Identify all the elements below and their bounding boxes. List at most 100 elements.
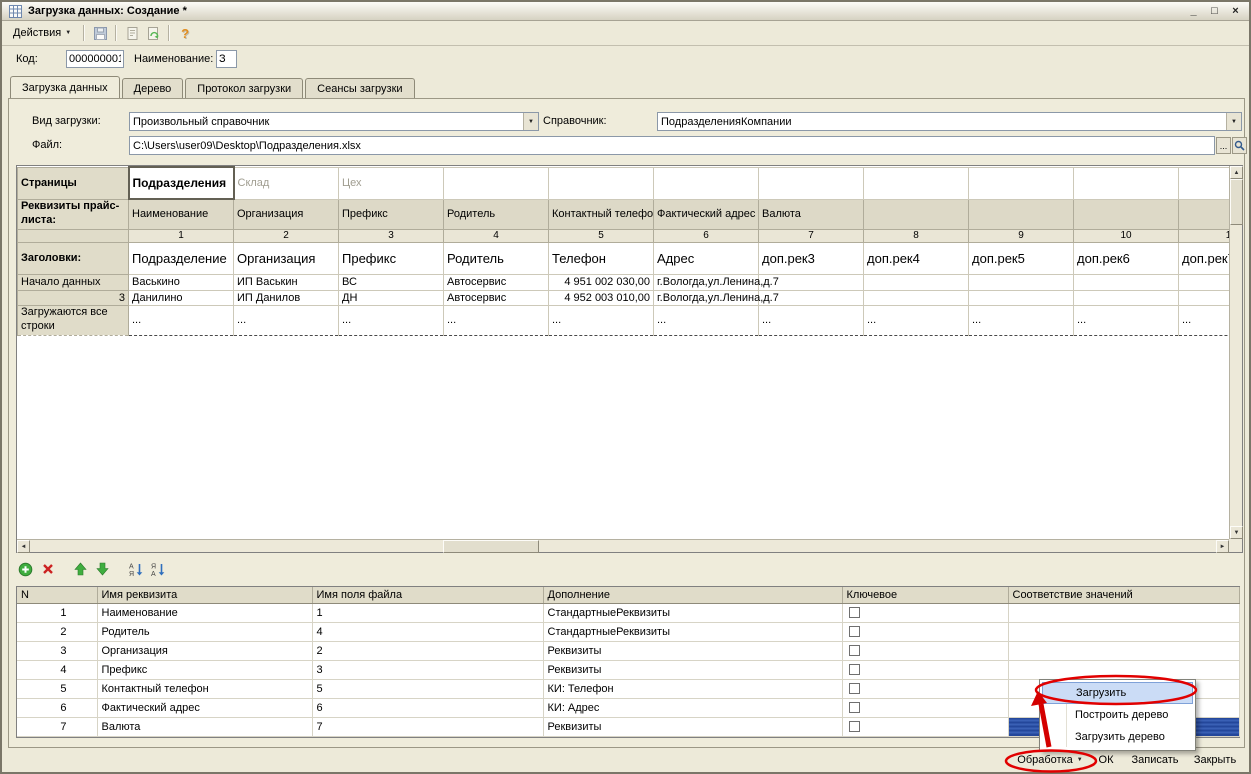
- attr-header-cell[interactable]: [1179, 199, 1230, 229]
- heading-cell[interactable]: Адрес: [654, 242, 759, 274]
- attr-header-cell[interactable]: [1074, 199, 1179, 229]
- attr-header-cell[interactable]: Валюта: [759, 199, 864, 229]
- table-row[interactable]: 3 Организация 2 Реквизиты: [17, 641, 1239, 660]
- row-number[interactable]: 7: [17, 717, 97, 736]
- data-cell[interactable]: ИП Данилов: [234, 290, 339, 305]
- value-mapping-cell[interactable]: [1008, 641, 1239, 660]
- key-checkbox[interactable]: [849, 721, 860, 732]
- scrollbar-thumb[interactable]: [1230, 179, 1243, 225]
- attr-name-cell[interactable]: Организация: [97, 641, 312, 660]
- key-cell[interactable]: [842, 660, 1008, 679]
- ellipsis-cell[interactable]: ...: [969, 305, 1074, 335]
- heading-cell[interactable]: доп.рек4: [864, 242, 969, 274]
- addition-cell[interactable]: СтандартныеРеквизиты: [543, 622, 842, 641]
- column-number[interactable]: 2: [234, 229, 339, 242]
- table-row[interactable]: 4 Префикс 3 Реквизиты: [17, 660, 1239, 679]
- actions-button[interactable]: Действия ▼: [7, 23, 77, 43]
- close-form-button[interactable]: Закрыть: [1189, 750, 1241, 770]
- delete-row-button[interactable]: [39, 561, 56, 578]
- column-header-attr-name[interactable]: Имя реквизита: [97, 587, 312, 603]
- combo-dropdown-button[interactable]: ▼: [1226, 113, 1241, 130]
- file-field-cell[interactable]: 5: [312, 679, 543, 698]
- ok-button[interactable]: ОК: [1091, 750, 1121, 770]
- file-input[interactable]: [129, 136, 1215, 155]
- move-down-button[interactable]: [94, 561, 111, 578]
- combo-dropdown-button[interactable]: ▼: [523, 113, 538, 130]
- addition-cell[interactable]: Реквизиты: [543, 717, 842, 736]
- attr-header-cell[interactable]: Фактический адрес: [654, 199, 759, 229]
- tab-load-sessions[interactable]: Сеансы загрузки: [305, 78, 414, 98]
- value-mapping-cell[interactable]: [1008, 622, 1239, 641]
- data-cell[interactable]: Данилино: [129, 290, 234, 305]
- column-number[interactable]: 3: [339, 229, 444, 242]
- heading-cell[interactable]: Родитель: [444, 242, 549, 274]
- file-field-cell[interactable]: 3: [312, 660, 543, 679]
- attr-header-cell[interactable]: Организация: [234, 199, 339, 229]
- data-cell[interactable]: [969, 274, 1074, 290]
- key-cell[interactable]: [842, 679, 1008, 698]
- addition-cell[interactable]: СтандартныеРеквизиты: [543, 603, 842, 622]
- key-checkbox[interactable]: [849, 607, 860, 618]
- data-cell[interactable]: 4 952 003 010,00: [549, 290, 654, 305]
- file-field-cell[interactable]: 4: [312, 622, 543, 641]
- scroll-up-icon[interactable]: ▲: [1230, 166, 1243, 179]
- value-mapping-cell[interactable]: [1008, 660, 1239, 679]
- attr-name-cell[interactable]: Фактический адрес: [97, 698, 312, 717]
- tab-data-load[interactable]: Загрузка данных: [10, 76, 120, 98]
- ellipsis-cell[interactable]: ...: [129, 305, 234, 335]
- key-cell[interactable]: [842, 717, 1008, 736]
- sheet-row-header-empty[interactable]: [18, 229, 129, 242]
- process-button[interactable]: Обработка ▼: [1013, 750, 1087, 770]
- ellipsis-cell[interactable]: ...: [1179, 305, 1230, 335]
- vertical-scrollbar[interactable]: ▲ ▼: [1229, 166, 1242, 539]
- close-button[interactable]: ×: [1228, 4, 1243, 18]
- scrollbar-thumb[interactable]: [443, 540, 539, 553]
- heading-cell[interactable]: доп.рек6: [1074, 242, 1179, 274]
- add-row-button[interactable]: [17, 561, 34, 578]
- column-number[interactable]: 10: [1074, 229, 1179, 242]
- column-header-key[interactable]: Ключевое: [842, 587, 1008, 603]
- key-cell[interactable]: [842, 603, 1008, 622]
- sheet-cell-empty[interactable]: [1179, 167, 1230, 199]
- sheet-cell-empty[interactable]: [759, 167, 864, 199]
- sheet-page-tab-active[interactable]: Подразделения: [129, 167, 234, 199]
- data-cell[interactable]: [969, 290, 1074, 305]
- heading-cell[interactable]: доп.рек5: [969, 242, 1074, 274]
- heading-cell[interactable]: доп.рек7: [1179, 242, 1230, 274]
- sheet-page-tab[interactable]: Цех: [339, 167, 444, 199]
- key-checkbox[interactable]: [849, 664, 860, 675]
- data-cell[interactable]: Автосервис: [444, 290, 549, 305]
- ellipsis-cell[interactable]: ...: [1074, 305, 1179, 335]
- menu-item-load-tree[interactable]: Загрузить дерево: [1042, 726, 1193, 748]
- attr-name-cell[interactable]: Контактный телефон: [97, 679, 312, 698]
- sheet-cell-empty[interactable]: [864, 167, 969, 199]
- column-header-value-mapping[interactable]: Соответствие значений: [1008, 587, 1239, 603]
- scroll-down-icon[interactable]: ▼: [1230, 526, 1243, 539]
- key-checkbox[interactable]: [849, 683, 860, 694]
- sheet-row-header-pages[interactable]: Страницы: [18, 167, 129, 199]
- column-header-file-field[interactable]: Имя поля файла: [312, 587, 543, 603]
- addition-cell[interactable]: Реквизиты: [543, 641, 842, 660]
- tab-tree[interactable]: Дерево: [122, 78, 184, 98]
- data-cell[interactable]: [1179, 274, 1230, 290]
- column-number[interactable]: 8: [864, 229, 969, 242]
- sheet-row-header-headings[interactable]: Заголовки:: [18, 242, 129, 274]
- column-header-n[interactable]: N: [17, 587, 97, 603]
- attr-header-cell[interactable]: Наименование: [129, 199, 234, 229]
- attr-name-cell[interactable]: Префикс: [97, 660, 312, 679]
- ellipsis-cell[interactable]: ...: [654, 305, 759, 335]
- data-cell[interactable]: г.Вологда,ул.Ленина,д.7: [654, 290, 759, 305]
- tab-load-protocol[interactable]: Протокол загрузки: [185, 78, 303, 98]
- reread-icon[interactable]: [144, 24, 162, 42]
- ellipsis-cell[interactable]: ...: [339, 305, 444, 335]
- key-checkbox[interactable]: [849, 645, 860, 656]
- heading-cell[interactable]: Организация: [234, 242, 339, 274]
- ellipsis-cell[interactable]: ...: [444, 305, 549, 335]
- post-document-icon[interactable]: [123, 24, 141, 42]
- addition-cell[interactable]: Реквизиты: [543, 660, 842, 679]
- sheet-cell-empty[interactable]: [549, 167, 654, 199]
- catalog-combo[interactable]: ПодразделенияКомпании ▼: [657, 112, 1242, 131]
- code-input[interactable]: [66, 50, 124, 68]
- name-input[interactable]: [216, 50, 237, 68]
- file-field-cell[interactable]: 6: [312, 698, 543, 717]
